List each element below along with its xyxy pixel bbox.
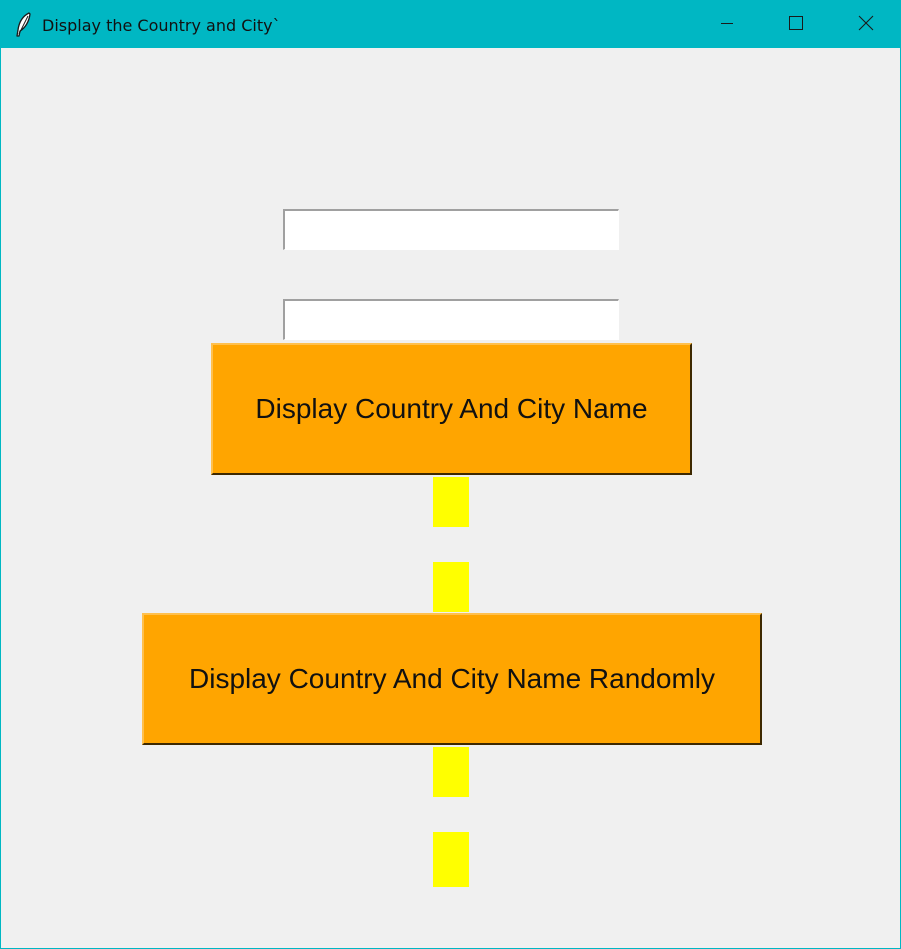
random-city-output-label bbox=[433, 832, 469, 887]
client-area: Display Country And City Name Display Co… bbox=[1, 48, 900, 948]
country-input[interactable] bbox=[283, 209, 619, 250]
app-window: Display the Country and City` Display Co… bbox=[0, 0, 901, 949]
window-title: Display the Country and City` bbox=[42, 16, 281, 35]
feather-icon bbox=[14, 12, 34, 38]
close-icon bbox=[858, 15, 874, 35]
minimize-button[interactable] bbox=[692, 1, 761, 48]
maximize-button[interactable] bbox=[761, 1, 830, 48]
minimize-icon bbox=[719, 15, 735, 35]
random-country-output-label bbox=[433, 747, 469, 797]
display-random-button[interactable]: Display Country And City Name Randomly bbox=[142, 613, 762, 745]
city-output-label bbox=[433, 562, 469, 612]
display-country-city-button[interactable]: Display Country And City Name bbox=[211, 343, 692, 475]
city-input[interactable] bbox=[283, 299, 619, 340]
country-output-label bbox=[433, 477, 469, 527]
title-bar[interactable]: Display the Country and City` bbox=[1, 1, 900, 48]
maximize-icon bbox=[788, 15, 804, 35]
close-button[interactable] bbox=[831, 1, 900, 48]
